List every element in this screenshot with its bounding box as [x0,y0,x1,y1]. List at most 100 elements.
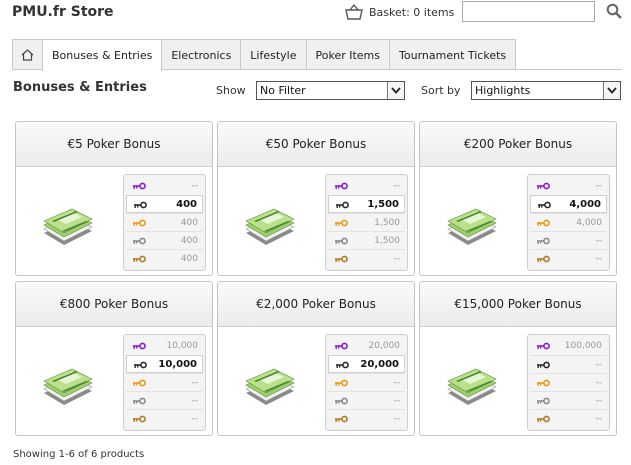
price-row: 20,000 [328,355,405,373]
search-icon[interactable] [606,3,622,19]
price-value: 400 [180,217,198,228]
filter-select[interactable]: No Filter [256,81,405,100]
key-icon [537,182,550,190]
money-stack-icon [447,368,497,405]
key-icon [335,342,348,350]
key-price-list: 100,000 -- -- -- -- [527,334,610,431]
price-value: -- [393,395,401,406]
price-row: -- [126,391,203,409]
tab-tournament-tickets[interactable]: Tournament Tickets [389,39,517,70]
product-card[interactable]: €15,000 Poker Bonus 100,000 -- -- -- -- [419,281,617,436]
search-input[interactable] [462,1,595,22]
price-value: -- [191,181,199,191]
tab-poker-items[interactable]: Poker Items [305,39,391,70]
basket-link[interactable]: Basket: 0 items [345,4,454,20]
price-value: -- [393,253,401,264]
money-stack-icon [43,368,93,405]
price-row: 10,000 [126,355,203,373]
product-body: 100,000 -- -- -- -- [420,327,616,435]
price-value: 1,500 [374,235,400,246]
key-icon [133,397,146,405]
price-row: -- [328,249,405,267]
price-value: 400 [180,235,198,246]
key-icon [537,237,550,245]
price-row: -- [530,231,607,249]
key-icon [335,255,348,263]
product-card[interactable]: €800 Poker Bonus 10,000 10,000 -- -- -- [15,281,213,436]
key-icon [538,201,551,209]
price-value: 400 [176,198,197,210]
basket-icon [345,4,363,20]
key-icon [537,342,550,350]
tab-lifestyle[interactable]: Lifestyle [240,39,307,70]
key-icon [133,255,146,263]
key-icon [537,415,550,423]
price-row: 400 [126,249,203,267]
price-value: 400 [180,253,198,264]
price-value: 10,000 [158,358,197,370]
key-price-list: -- 1,500 1,500 1,500 -- [325,174,408,271]
store-title: PMU.fr Store [12,4,114,20]
price-row: -- [530,409,607,427]
product-title[interactable]: €800 Poker Bonus [16,282,212,327]
product-body: -- 1,500 1,500 1,500 -- [218,167,414,275]
money-stack-icon [245,208,295,245]
product-title[interactable]: €200 Poker Bonus [420,122,616,167]
price-value: -- [595,377,603,388]
price-row: 400 [126,213,203,231]
price-row: 1,500 [328,213,405,231]
product-title[interactable]: €5 Poker Bonus [16,122,212,167]
price-value: -- [595,413,603,424]
product-title[interactable]: €2,000 Poker Bonus [218,282,414,327]
product-card[interactable]: €50 Poker Bonus -- 1,500 1,500 1,500 -- [217,121,415,276]
price-row: 400 [126,231,203,249]
show-label: Show [216,84,246,97]
key-icon [335,219,348,227]
product-body: 20,000 20,000 -- -- -- [218,327,414,435]
key-price-list: -- 400 400 400 400 [123,174,206,271]
price-value: 1,500 [367,198,399,210]
section-title: Bonuses & Entries [13,80,147,95]
product-title[interactable]: €50 Poker Bonus [218,122,414,167]
tab-home[interactable] [12,39,43,70]
key-price-list: 20,000 20,000 -- -- -- [325,334,408,431]
price-value: -- [393,413,401,424]
price-row: -- [126,409,203,427]
price-row: -- [530,391,607,409]
price-value: 4,000 [576,217,602,228]
basket-label: Basket: 0 items [369,6,455,19]
product-card[interactable]: €5 Poker Bonus -- 400 400 400 400 [15,121,213,276]
key-price-list: -- 4,000 4,000 -- -- [527,174,610,271]
price-row: -- [328,177,405,195]
tab-bonuses-entries[interactable]: Bonuses & Entries [42,39,163,71]
price-value: 1,500 [374,217,400,228]
product-body: -- 4,000 4,000 -- -- [420,167,616,275]
tab-electronics[interactable]: Electronics [161,39,242,70]
price-value: -- [191,413,199,424]
price-value: 10,000 [166,341,199,351]
price-row: -- [530,355,607,373]
product-title[interactable]: €15,000 Poker Bonus [420,282,616,327]
sort-dropdown-arrow[interactable] [603,82,620,99]
money-stack-icon [447,208,497,245]
money-stack-icon [43,208,93,245]
product-card[interactable]: €200 Poker Bonus -- 4,000 4,000 -- -- [419,121,617,276]
key-icon [537,255,550,263]
key-icon [336,361,349,369]
product-card[interactable]: €2,000 Poker Bonus 20,000 20,000 -- -- -- [217,281,415,436]
price-row: 1,500 [328,195,405,213]
filter-dropdown-arrow[interactable] [387,82,404,99]
chevron-down-icon [391,87,401,94]
key-icon [133,415,146,423]
price-row: 4,000 [530,195,607,213]
sort-select[interactable]: Highlights [471,81,621,100]
price-row: -- [328,373,405,391]
price-row: -- [126,177,203,195]
top-bar: PMU.fr Store Basket: 0 items [0,0,631,28]
price-row: -- [530,373,607,391]
category-tabs: Bonuses & Entries Electronics Lifestyle … [12,39,517,71]
key-icon [335,237,348,245]
price-value: -- [595,181,603,191]
key-icon [335,379,348,387]
price-value: -- [595,359,603,370]
